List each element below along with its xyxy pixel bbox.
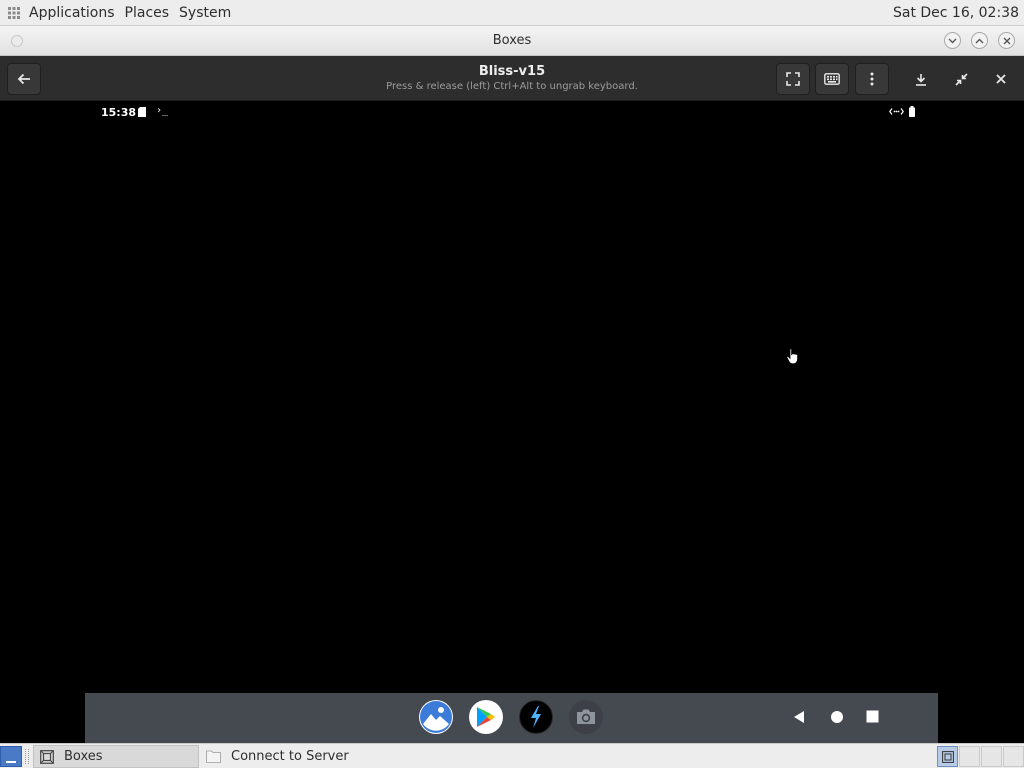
vm-display[interactable]: 15:38 ›_	[0, 101, 1024, 743]
show-desktop-button[interactable]	[0, 746, 22, 767]
sd-card-icon	[138, 107, 146, 117]
fullscreen-button[interactable]	[776, 63, 810, 95]
terminal-icon: ›_	[156, 105, 169, 116]
android-taskbar	[85, 693, 938, 743]
panel-handle[interactable]	[25, 749, 29, 764]
boxes-icon	[941, 750, 954, 763]
hand-cursor-icon	[786, 348, 798, 365]
maximize-button[interactable]	[971, 32, 988, 49]
chevron-up-icon	[975, 38, 984, 43]
system-menu[interactable]: System	[178, 5, 232, 21]
recents-square-icon[interactable]	[866, 710, 879, 723]
keyboard-button[interactable]	[815, 63, 849, 95]
more-menu-button[interactable]	[855, 63, 889, 95]
home-circle-icon[interactable]	[830, 710, 844, 724]
taskbar-item-label: Boxes	[64, 749, 103, 764]
camera-icon	[577, 709, 595, 724]
close-icon	[996, 74, 1006, 84]
taskbar-item-boxes[interactable]: Boxes	[33, 745, 199, 768]
camera-app-icon[interactable]	[569, 700, 603, 734]
workspace-3[interactable]	[981, 746, 1002, 767]
window-title: Boxes	[492, 33, 532, 48]
minimize-button[interactable]	[944, 32, 961, 49]
kebab-menu-icon	[870, 72, 874, 86]
clock[interactable]: Sat Dec 16, 02:38	[893, 5, 1019, 21]
folder-icon	[206, 750, 221, 763]
back-triangle-icon[interactable]	[793, 710, 805, 724]
workspace-4[interactable]	[1003, 746, 1024, 767]
fullscreen-icon	[786, 72, 800, 86]
boxes-header-bar: Bliss-v15 Press & release (left) Ctrl+Al…	[0, 56, 1024, 101]
gallery-app-icon[interactable]	[419, 700, 453, 734]
workspace-1[interactable]	[937, 746, 958, 767]
play-store-icon	[477, 707, 495, 727]
ethernet-icon	[889, 108, 904, 115]
download-icon	[916, 73, 926, 86]
restore-button[interactable]	[944, 63, 978, 95]
play-store-app-icon[interactable]	[469, 700, 503, 734]
bolt-icon	[531, 706, 541, 728]
workspace-2[interactable]	[959, 746, 980, 767]
bottom-panel: Boxes Connect to Server	[0, 743, 1024, 768]
taskbar-item-label: Connect to Server	[231, 749, 349, 764]
bolt-app-icon[interactable]	[519, 700, 553, 734]
download-button[interactable]	[904, 63, 938, 95]
android-status-time: 15:38	[101, 106, 137, 119]
gallery-icon	[420, 701, 452, 733]
top-panel: Applications Places System Sat Dec 16, 0…	[0, 0, 1024, 26]
close-button[interactable]	[984, 63, 1018, 95]
apps-grid-icon[interactable]	[0, 0, 28, 26]
close-icon	[1003, 37, 1010, 44]
applications-menu[interactable]: Applications	[28, 5, 116, 21]
boxes-icon	[40, 749, 54, 764]
window-close-button[interactable]	[998, 32, 1015, 49]
window-title-bar[interactable]: Boxes	[0, 26, 1024, 56]
restore-icon	[954, 72, 968, 86]
battery-icon	[909, 106, 915, 117]
places-menu[interactable]: Places	[124, 5, 171, 21]
chevron-down-icon	[948, 38, 957, 43]
keyboard-icon	[824, 73, 840, 85]
taskbar-item-connect-to-server[interactable]: Connect to Server	[200, 745, 400, 768]
